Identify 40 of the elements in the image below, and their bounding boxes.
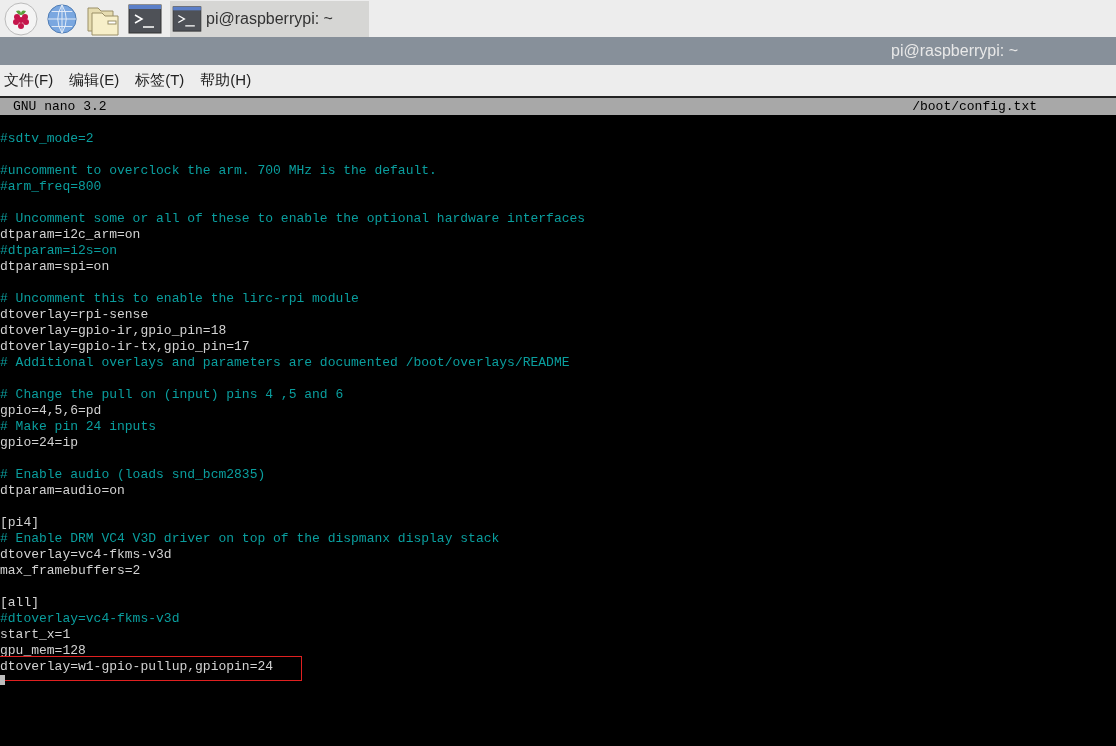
editor-version: GNU nano 3.2 [13, 99, 107, 114]
comment-line: #arm_freq=800 [0, 179, 102, 195]
code-line: dtoverlay=gpio-ir,gpio_pin=18 [0, 323, 227, 339]
code-line: dtoverlay=vc4-fkms-v3d [0, 547, 172, 563]
code-line: [all] [0, 595, 39, 611]
code-line: gpio=4,5,6=pd [0, 403, 102, 419]
comment-line: # Enable DRM VC4 V3D driver on top of the dispmanx display stack [0, 531, 500, 547]
text-cursor [0, 675, 5, 685]
taskbar-button[interactable]: pi@raspberrypi: ~ [170, 0, 369, 37]
comment-line: # Uncomment some or all of these to enable the optional hardware interfaces [0, 211, 586, 227]
comment-line: # Uncomment this to enable the lirc-rpi module [0, 291, 359, 307]
code-line: dtparam=spi=on [0, 259, 110, 275]
comment-line: #uncomment to overclock the arm. 700 MHz is the default. [0, 163, 437, 179]
code-line: [pi4] [0, 515, 39, 531]
code-line: max_framebuffers=2 [0, 563, 141, 579]
menu-item[interactable]: 编辑(E) [69, 71, 120, 90]
raspberry-icon[interactable] [4, 1, 38, 36]
code-line: start_x=1 [0, 627, 71, 643]
menu-item[interactable]: 标签(T) [135, 71, 185, 90]
terminal-icon [170, 5, 204, 32]
code-line: gpio=24=ip [0, 435, 78, 451]
terminal-icon[interactable] [128, 3, 162, 34]
code-line: gpu_mem=128 [0, 643, 86, 659]
comment-line: #dtparam=i2s=on [0, 243, 118, 259]
comment-line: #sdtv_mode=2 [0, 131, 94, 147]
comment-line: #dtoverlay=vc4-fkms-v3d [0, 611, 180, 627]
globe-icon[interactable] [46, 2, 78, 35]
code-line: dtoverlay=rpi-sense [0, 307, 149, 323]
code-line: dtparam=audio=on [0, 483, 125, 499]
menu-item[interactable]: 文件(F) [4, 71, 54, 90]
comment-line: # Make pin 24 inputs [0, 419, 157, 435]
comment-line: # Change the pull on (input) pins 4 ,5 and 6 [0, 387, 344, 403]
code-line: dtparam=i2c_arm=on [0, 227, 141, 243]
code-line: dtoverlay=gpio-ir-tx,gpio_pin=17 [0, 339, 250, 355]
comment-line: # Enable audio (loads snd_bcm2835) [0, 467, 266, 483]
window-title: pi@raspberrypi: ~ [891, 42, 1018, 60]
comment-line: # Additional overlays and parameters are documented /boot/overlays/README [0, 355, 570, 371]
highlighted-code-line: dtoverlay=w1-gpio-pullup,gpiopin=24 [0, 657, 302, 680]
file-name: /boot/config.txt [912, 99, 1037, 114]
menu-item[interactable]: 帮助(H) [200, 71, 252, 90]
